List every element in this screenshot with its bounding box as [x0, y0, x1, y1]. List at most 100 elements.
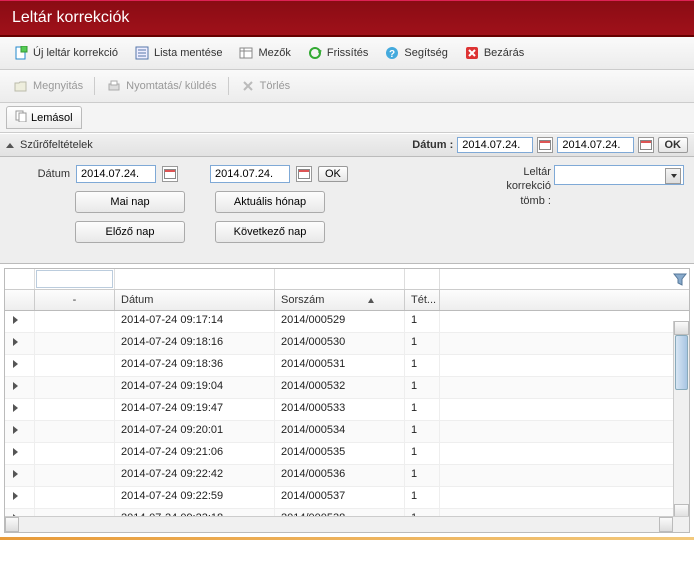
tomb-label: Leltár korrekció tömb :: [496, 165, 551, 208]
filter-icon[interactable]: [673, 273, 687, 287]
current-month-button[interactable]: Aktuális hónap: [215, 191, 325, 213]
col-expand[interactable]: [5, 290, 35, 310]
calendar-icon[interactable]: [537, 137, 553, 153]
cell-item: 1: [405, 355, 440, 376]
refresh-button[interactable]: Frissítés: [300, 41, 376, 65]
cell-number: 2014/000535: [275, 443, 405, 464]
delete-label: Törlés: [260, 80, 291, 92]
open-label: Megnyitás: [33, 80, 83, 92]
next-day-button[interactable]: Következő nap: [215, 221, 325, 243]
ok-button-top[interactable]: OK: [658, 137, 689, 153]
table-row[interactable]: 2014-07-24 09:19:472014/0005331: [5, 399, 689, 421]
expand-icon[interactable]: [5, 377, 35, 398]
table-row[interactable]: 2014-07-24 09:23:182014/0005381: [5, 509, 689, 516]
date-from-top[interactable]: 2014.07.24.: [457, 137, 533, 153]
calendar-icon[interactable]: [296, 166, 312, 182]
cell-date: 2014-07-24 09:22:42: [115, 465, 275, 486]
scroll-right-icon[interactable]: [659, 517, 673, 532]
cell-item: 1: [405, 311, 440, 332]
table-row[interactable]: 2014-07-24 09:18:362014/0005311: [5, 355, 689, 377]
date-from-input[interactable]: 2014.07.24.: [76, 165, 156, 183]
print-label: Nyomtatás/ küldés: [126, 80, 216, 92]
filter-body: Dátum 2014.07.24. 2014.07.24. OK Mai nap…: [0, 157, 694, 264]
date-to-top[interactable]: 2014.07.24.: [557, 137, 633, 153]
cell-number: 2014/000534: [275, 421, 405, 442]
calendar-icon[interactable]: [162, 166, 178, 182]
calendar-icon[interactable]: [638, 137, 654, 153]
secondary-toolbar: Megnyitás Nyomtatás/ küldés Törlés: [0, 70, 694, 103]
col-blank[interactable]: -: [35, 290, 115, 310]
tab-copy[interactable]: Lemásol: [6, 106, 82, 129]
today-button[interactable]: Mai nap: [75, 191, 185, 213]
cell-number: 2014/000531: [275, 355, 405, 376]
delete-icon: [240, 78, 256, 94]
cell-date: 2014-07-24 09:19:04: [115, 377, 275, 398]
table-row[interactable]: 2014-07-24 09:17:142014/0005291: [5, 311, 689, 333]
save-list-label: Lista mentése: [154, 47, 222, 59]
table-row[interactable]: 2014-07-24 09:20:012014/0005341: [5, 421, 689, 443]
col-item[interactable]: Tét...: [405, 290, 440, 310]
new-button[interactable]: Új leltár korrekció: [6, 41, 125, 65]
fields-icon: [238, 45, 254, 61]
cell-number: 2014/000530: [275, 333, 405, 354]
fields-button[interactable]: Mezők: [231, 41, 297, 65]
help-icon: ?: [384, 45, 400, 61]
table-row[interactable]: 2014-07-24 09:22:592014/0005371: [5, 487, 689, 509]
close-label: Bezárás: [484, 47, 524, 59]
cell-number: 2014/000532: [275, 377, 405, 398]
delete-button[interactable]: Törlés: [233, 74, 298, 98]
filter-header[interactable]: Szűrőfeltételek Dátum : 2014.07.24. 2014…: [0, 133, 694, 157]
expand-icon[interactable]: [5, 443, 35, 464]
expand-icon[interactable]: [5, 487, 35, 508]
help-button[interactable]: ? Segítség: [377, 41, 454, 65]
svg-text:?: ?: [389, 49, 395, 60]
table-row[interactable]: 2014-07-24 09:18:162014/0005301: [5, 333, 689, 355]
expand-icon[interactable]: [5, 509, 35, 516]
tab-row: Lemásol: [0, 103, 694, 133]
expand-icon[interactable]: [5, 399, 35, 420]
print-button[interactable]: Nyomtatás/ küldés: [99, 74, 223, 98]
vertical-scrollbar[interactable]: [673, 321, 689, 518]
close-button[interactable]: Bezárás: [457, 41, 531, 65]
expand-icon[interactable]: [5, 311, 35, 332]
horizontal-scrollbar[interactable]: [5, 516, 689, 532]
expand-icon[interactable]: [5, 421, 35, 442]
expand-icon[interactable]: [5, 355, 35, 376]
cell-date: 2014-07-24 09:19:47: [115, 399, 275, 420]
scroll-thumb[interactable]: [675, 335, 688, 390]
grid-header: - Dátum Sorszám Tét...: [5, 290, 689, 311]
prev-day-button[interactable]: Előző nap: [75, 221, 185, 243]
main-toolbar: Új leltár korrekció Lista mentése Mezők …: [0, 37, 694, 70]
table-row[interactable]: 2014-07-24 09:19:042014/0005321: [5, 377, 689, 399]
fields-label: Mezők: [258, 47, 290, 59]
data-grid: - Dátum Sorszám Tét... 2014-07-24 09:17:…: [4, 268, 690, 533]
cell-date: 2014-07-24 09:23:18: [115, 509, 275, 516]
cell-number: 2014/000537: [275, 487, 405, 508]
cell-number: 2014/000536: [275, 465, 405, 486]
tomb-combo[interactable]: [554, 165, 684, 185]
scroll-up-icon[interactable]: [674, 321, 689, 335]
help-label: Segítség: [404, 47, 447, 59]
chevron-up-icon: [6, 143, 14, 148]
cell-blank: [35, 509, 115, 516]
table-row[interactable]: 2014-07-24 09:21:062014/0005351: [5, 443, 689, 465]
cell-number: 2014/000533: [275, 399, 405, 420]
date-label: Dátum: [10, 168, 70, 180]
refresh-label: Frissítés: [327, 47, 369, 59]
col-number[interactable]: Sorszám: [275, 290, 405, 310]
cell-blank: [35, 355, 115, 376]
ok-button[interactable]: OK: [318, 166, 348, 182]
scroll-left-icon[interactable]: [5, 517, 19, 532]
table-row[interactable]: 2014-07-24 09:22:422014/0005361: [5, 465, 689, 487]
open-button[interactable]: Megnyitás: [6, 74, 90, 98]
col-date[interactable]: Dátum: [115, 290, 275, 310]
refresh-icon: [307, 45, 323, 61]
expand-icon[interactable]: [5, 333, 35, 354]
save-list-button[interactable]: Lista mentése: [127, 41, 229, 65]
expand-icon[interactable]: [5, 465, 35, 486]
date-to-input[interactable]: 2014.07.24.: [210, 165, 290, 183]
cell-number: 2014/000538: [275, 509, 405, 516]
filter-blank-input[interactable]: [36, 270, 113, 288]
cell-item: 1: [405, 443, 440, 464]
cell-blank: [35, 487, 115, 508]
